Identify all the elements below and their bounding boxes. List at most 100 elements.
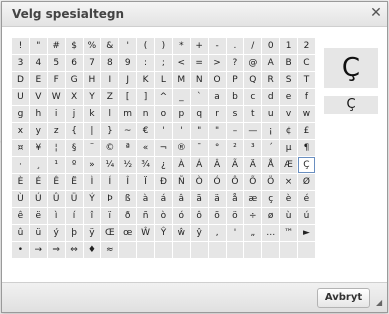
character-cell[interactable]: x [12, 123, 29, 139]
character-cell[interactable]: ð [119, 208, 137, 224]
character-cell[interactable]: + [190, 38, 208, 54]
character-cell[interactable]: X [65, 89, 83, 105]
character-cell[interactable]: ¯ [190, 140, 208, 156]
character-cell[interactable]: Ŷ [155, 225, 172, 241]
character-cell[interactable]: S [280, 72, 297, 88]
character-cell[interactable]: ù [280, 208, 297, 224]
character-cell[interactable]: Œ [101, 225, 119, 241]
character-cell[interactable]: ª [119, 140, 137, 156]
character-cell[interactable]: Â [208, 157, 226, 173]
character-cell[interactable]: ä [208, 191, 226, 207]
character-cell[interactable]: — [244, 123, 262, 139]
character-cell[interactable]: ¦ [47, 140, 65, 156]
character-cell[interactable]: < [172, 55, 190, 71]
character-cell[interactable]: → [29, 242, 47, 258]
character-cell[interactable]: A [262, 55, 280, 71]
character-cell[interactable]: î [83, 208, 101, 224]
character-cell[interactable]: £ [298, 123, 315, 139]
character-cell[interactable]: G [65, 72, 83, 88]
character-cell[interactable]: É [29, 174, 47, 190]
character-cell[interactable]: Ë [65, 174, 83, 190]
character-cell[interactable]: f [298, 89, 315, 105]
character-cell[interactable]: ' [119, 38, 137, 54]
character-cell[interactable]: ò [155, 208, 172, 224]
character-cell[interactable]: t [244, 106, 262, 122]
character-cell[interactable]: ¶ [298, 140, 315, 156]
character-cell[interactable]: 2 [298, 38, 315, 54]
character-cell[interactable]: ® [172, 140, 190, 156]
character-cell[interactable]: „ [244, 225, 262, 241]
character-cell[interactable]: } [101, 123, 119, 139]
character-cell[interactable]: ! [12, 38, 29, 54]
character-cell[interactable]: Ï [137, 174, 154, 190]
character-cell[interactable]: À [172, 157, 190, 173]
character-cell[interactable]: € [137, 123, 154, 139]
character-cell[interactable]: K [137, 72, 154, 88]
character-cell[interactable]: § [65, 140, 83, 156]
character-cell[interactable]: O [208, 72, 226, 88]
character-cell[interactable]: M [172, 72, 190, 88]
character-cell[interactable]: Í [101, 174, 119, 190]
character-cell[interactable]: Ã [226, 157, 244, 173]
character-cell[interactable]: ç [262, 191, 280, 207]
dialog-titlebar[interactable]: Velg spesialtegn ✕ [2, 2, 387, 27]
character-cell[interactable]: ^ [155, 89, 172, 105]
character-cell[interactable]: ¡ [262, 123, 280, 139]
character-cell[interactable]: $ [65, 38, 83, 54]
character-cell[interactable]: a [208, 89, 226, 105]
character-cell[interactable]: ≈ [101, 242, 119, 258]
character-cell[interactable]: Ü [65, 191, 83, 207]
character-cell[interactable]: ³ [244, 140, 262, 156]
character-cell[interactable]: Þ [101, 191, 119, 207]
character-cell[interactable]: à [137, 191, 154, 207]
character-cell[interactable]: Ê [47, 174, 65, 190]
character-cell[interactable]: Ŵ [137, 225, 154, 241]
character-cell[interactable]: ÿ [83, 225, 101, 241]
character-cell[interactable]: ü [29, 225, 47, 241]
character-cell[interactable]: " [29, 38, 47, 54]
character-cell[interactable]: e [280, 89, 297, 105]
character-cell[interactable]: 9 [119, 55, 137, 71]
character-cell[interactable]: { [65, 123, 83, 139]
character-cell[interactable]: j [65, 106, 83, 122]
character-cell[interactable]: * [172, 38, 190, 54]
character-cell[interactable]: » [83, 157, 101, 173]
character-cell[interactable]: æ [244, 191, 262, 207]
character-cell[interactable]: © [101, 140, 119, 156]
character-cell[interactable]: º [65, 157, 83, 173]
character-cell[interactable]: õ [208, 208, 226, 224]
character-cell[interactable]: 5 [47, 55, 65, 71]
character-cell[interactable]: ' [155, 123, 172, 139]
character-cell[interactable]: R [262, 72, 280, 88]
character-cell[interactable]: â [172, 191, 190, 207]
character-cell[interactable]: ñ [137, 208, 154, 224]
character-cell[interactable]: Ú [29, 191, 47, 207]
character-cell[interactable]: ™ [280, 225, 297, 241]
character-cell[interactable]: 7 [83, 55, 101, 71]
character-cell[interactable]: Ð [155, 174, 172, 190]
character-cell[interactable]: ) [155, 38, 172, 54]
character-cell[interactable]: V [29, 89, 47, 105]
character-cell[interactable]: @ [244, 55, 262, 71]
character-cell[interactable]: / [244, 38, 262, 54]
character-cell[interactable]: Á [190, 157, 208, 173]
character-cell[interactable]: Æ [280, 157, 297, 173]
character-cell[interactable]: ‚ [208, 225, 226, 241]
character-cell[interactable]: ô [190, 208, 208, 224]
character-cell[interactable]: ¿ [155, 157, 172, 173]
character-cell[interactable]: | [83, 123, 101, 139]
character-cell[interactable]: ' [226, 225, 244, 241]
character-cell[interactable]: Ý [83, 191, 101, 207]
character-cell[interactable]: é [298, 191, 315, 207]
character-cell[interactable]: ¢ [280, 123, 297, 139]
character-cell[interactable]: u [262, 106, 280, 122]
character-cell[interactable]: Ò [190, 174, 208, 190]
character-cell[interactable]: ° [208, 140, 226, 156]
character-cell[interactable]: í [65, 208, 83, 224]
character-cell[interactable]: 0 [262, 38, 280, 54]
character-cell[interactable]: J [119, 72, 137, 88]
character-cell[interactable]: Ô [226, 174, 244, 190]
character-cell[interactable]: F [47, 72, 65, 88]
character-cell[interactable]: Y [83, 89, 101, 105]
character-cell[interactable]: - [208, 38, 226, 54]
